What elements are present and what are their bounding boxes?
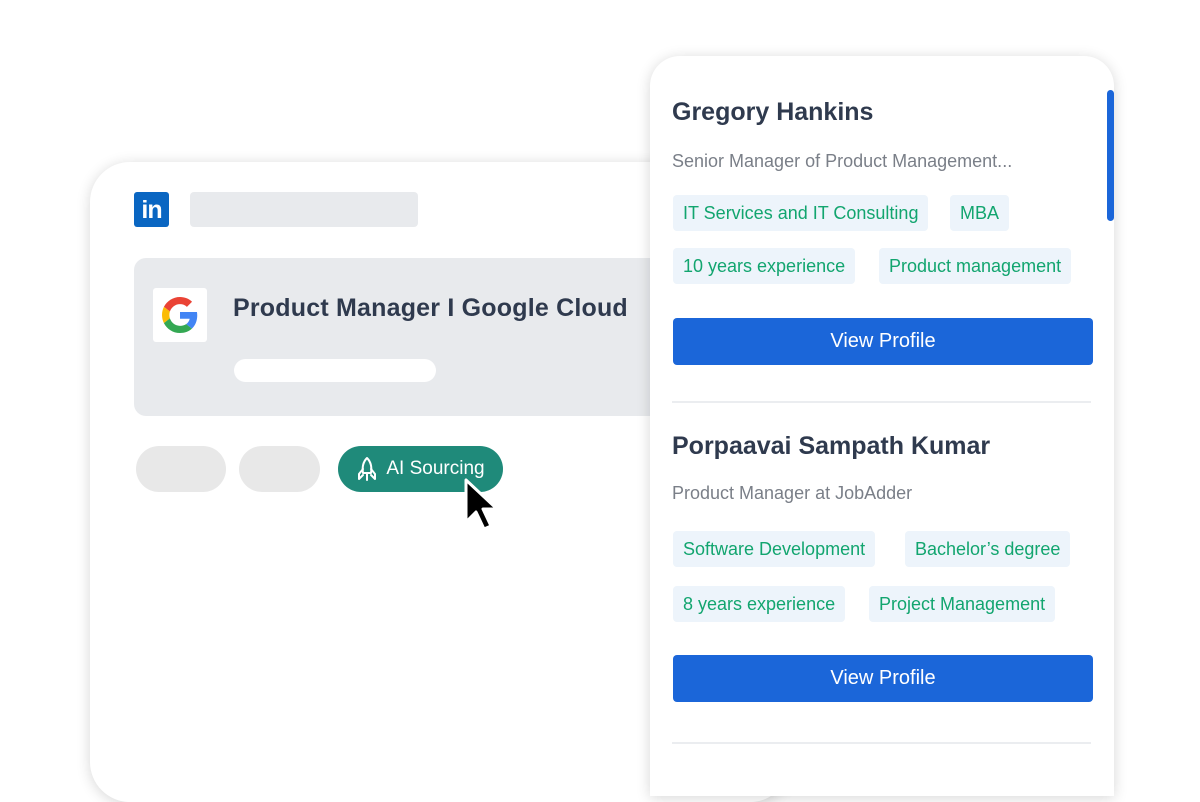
linkedin-icon: in bbox=[134, 192, 169, 227]
rocket-icon bbox=[356, 456, 378, 482]
candidate-tag: Project Management bbox=[869, 586, 1056, 622]
candidate-tag: MBA bbox=[950, 195, 1010, 231]
candidate-tag: 8 years experience bbox=[673, 586, 846, 622]
job-subtitle-placeholder bbox=[234, 359, 436, 382]
action-placeholder-pill[interactable] bbox=[136, 446, 226, 492]
candidate-name: Gregory Hankins bbox=[672, 98, 874, 126]
candidate-tag: Product management bbox=[879, 248, 1072, 284]
candidate-divider bbox=[672, 401, 1091, 403]
candidate-tag: 10 years experience bbox=[673, 248, 856, 284]
candidate-tag: Software Development bbox=[673, 531, 876, 567]
view-profile-button[interactable]: View Profile bbox=[673, 318, 1093, 365]
google-icon bbox=[153, 288, 207, 342]
candidate-name: Porpaavai Sampath Kumar bbox=[672, 432, 991, 460]
candidate-role: Product Manager at JobAdder bbox=[672, 483, 913, 503]
ai-sourcing-label: AI Sourcing bbox=[386, 458, 485, 479]
job-title: Product Manager I Google Cloud bbox=[233, 294, 628, 322]
action-placeholder-pill[interactable] bbox=[239, 446, 320, 492]
candidate-role: Senior Manager of Product Management... bbox=[672, 151, 1013, 171]
candidate-tag: IT Services and IT Consulting bbox=[673, 195, 929, 231]
mouse-cursor-icon bbox=[464, 478, 499, 531]
search-placeholder-bar bbox=[190, 192, 418, 227]
candidate-divider bbox=[672, 742, 1091, 744]
view-profile-button[interactable]: View Profile bbox=[673, 655, 1093, 702]
candidate-tag: Bachelor’s degree bbox=[905, 531, 1071, 567]
job-listing-card[interactable] bbox=[134, 258, 694, 416]
panel-scrollbar[interactable] bbox=[1107, 90, 1114, 221]
